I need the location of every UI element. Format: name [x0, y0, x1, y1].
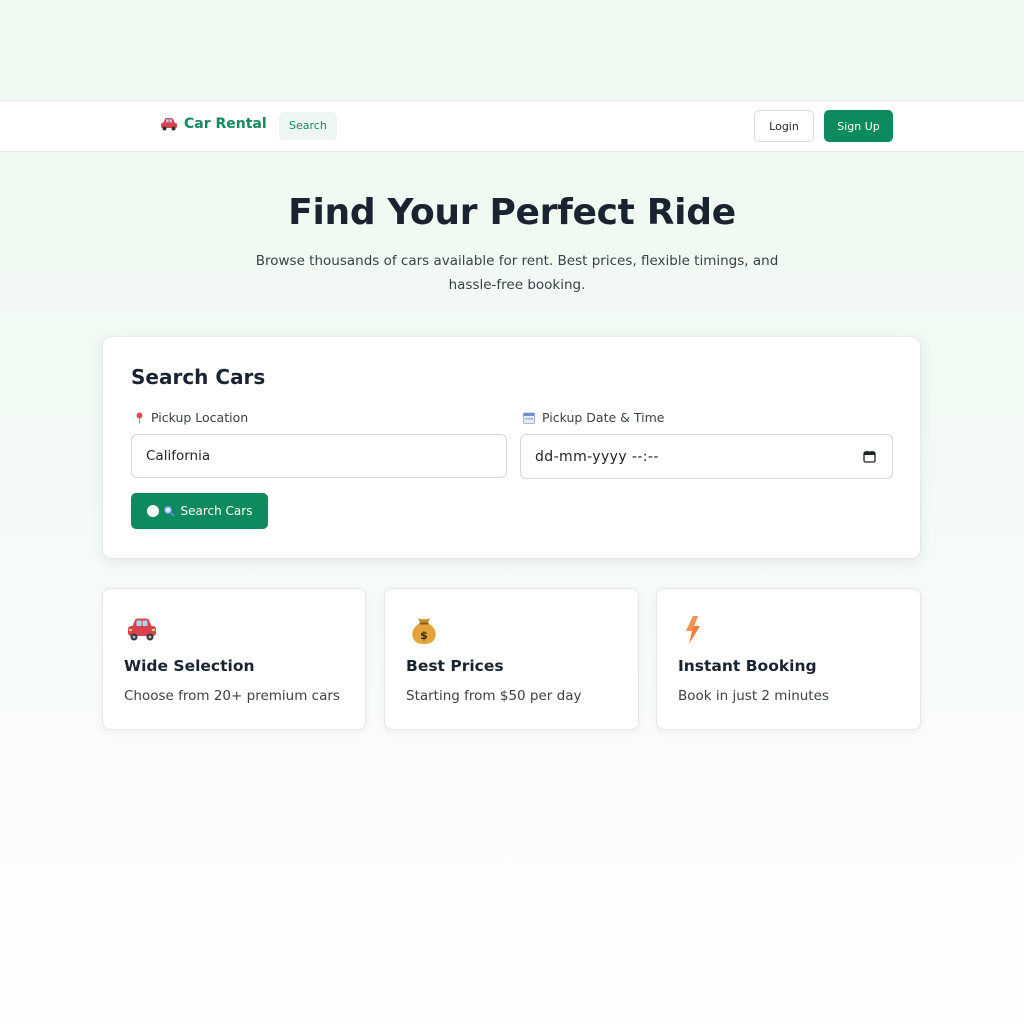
feature-description: Book in just 2 minutes [678, 688, 829, 704]
brand-name: Car Rental [184, 116, 267, 132]
lightning-icon [686, 616, 700, 644]
car-icon [161, 118, 177, 131]
pickup-date-label: Pickup Date & Time [523, 410, 664, 425]
pickup-date-placeholder: dd-mm-yyyy --:-- [535, 448, 659, 465]
feature-description: Starting from $50 per day [406, 688, 582, 704]
feature-title: Best Prices [406, 657, 504, 675]
money-bag-icon: $ [412, 618, 436, 644]
top-navbar: Car Rental Search Login Sign Up [0, 100, 1024, 152]
hero-title: Find Your Perfect Ride [288, 192, 736, 233]
search-cars-button[interactable]: Search Cars [131, 493, 268, 529]
pickup-date-label-text: Pickup Date & Time [542, 410, 665, 425]
signup-button[interactable]: Sign Up [824, 110, 893, 142]
pickup-location-input[interactable]: California [131, 434, 507, 478]
pickup-date-input[interactable]: dd-mm-yyyy --:-- [520, 434, 893, 479]
feature-title: Wide Selection [124, 657, 255, 675]
brand-logo-link[interactable]: Car Rental [160, 116, 267, 132]
hero-subtitle: Browse thousands of cars available for r… [255, 253, 779, 293]
calendar-picker-icon[interactable] [863, 450, 876, 463]
pickup-location-value: California [146, 448, 211, 464]
svg-text:$: $ [420, 629, 428, 642]
feature-card-wide-selection: Wide Selection Choose from 20+ premium c… [102, 588, 366, 730]
search-card-title: Search Cars [131, 365, 266, 389]
feature-card-instant-booking: Instant Booking Book in just 2 minutes [656, 588, 921, 730]
feature-description: Choose from 20+ premium cars [124, 688, 340, 704]
calendar-icon [523, 412, 535, 424]
feature-title: Instant Booking [678, 657, 817, 675]
car-icon [128, 618, 156, 641]
pin-icon [136, 412, 143, 423]
search-card: Search Cars Pickup Location Pickup Date … [102, 336, 921, 559]
login-button[interactable]: Login [754, 110, 814, 142]
feature-card-best-prices: $ Best Prices Starting from $50 per day [384, 588, 639, 730]
search-cars-button-label: Search Cars [180, 504, 253, 518]
pickup-location-label-text: Pickup Location [151, 410, 249, 425]
magnifier-icon [163, 505, 175, 517]
nav-search-link[interactable]: Search [279, 112, 337, 140]
pickup-location-label: Pickup Location [135, 410, 248, 425]
toggle-dot-icon [146, 505, 159, 517]
